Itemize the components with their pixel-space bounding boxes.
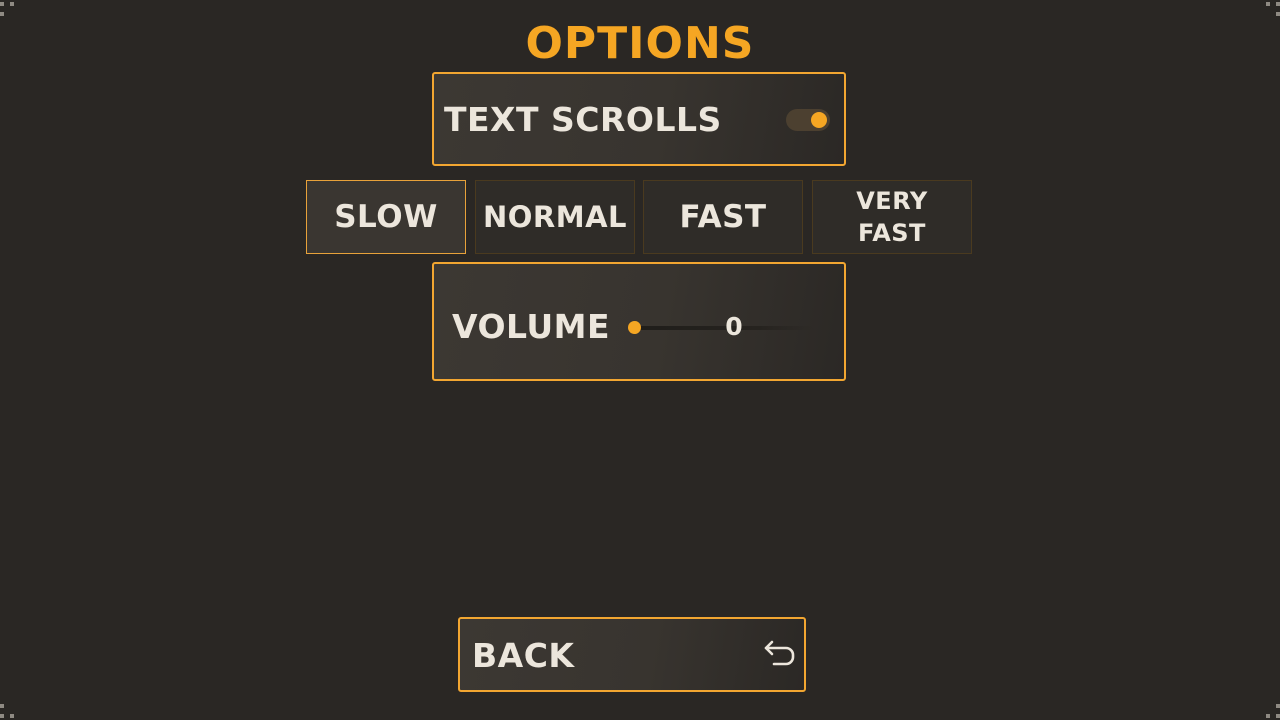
page-title: OPTIONS	[525, 18, 755, 69]
speed-option-label: FAST	[679, 199, 767, 235]
text-scrolls-toggle[interactable]	[786, 109, 830, 131]
volume-slider-handle[interactable]	[628, 321, 641, 334]
return-arrow-icon	[762, 638, 798, 670]
speed-option-label: NORMAL	[482, 200, 628, 234]
toggle-knob	[811, 112, 827, 128]
volume-value: 0	[725, 312, 743, 341]
speed-option-normal[interactable]: NORMAL	[475, 180, 635, 254]
speed-option-label: SLOW	[334, 199, 438, 235]
speed-option-slow[interactable]: SLOW	[306, 180, 466, 254]
corner-marker-bottom-left	[0, 704, 16, 720]
text-scrolls-label: TEXT SCROLLS	[444, 100, 722, 139]
speed-option-label: VERY FAST	[856, 185, 928, 249]
speed-option-fast[interactable]: FAST	[643, 180, 803, 254]
back-button[interactable]: BACK	[458, 617, 806, 692]
speed-option-label-line-1: VERY	[856, 187, 928, 215]
corner-marker-bottom-right	[1264, 704, 1280, 720]
back-label: BACK	[472, 636, 575, 675]
text-scrolls-row[interactable]: TEXT SCROLLS	[432, 72, 846, 166]
corner-marker-top-right	[1264, 0, 1280, 16]
speed-option-label-line-2: FAST	[858, 219, 926, 247]
corner-marker-top-left	[0, 0, 16, 16]
volume-label: VOLUME	[452, 307, 611, 346]
volume-row: VOLUME 0	[432, 262, 846, 381]
speed-option-very-fast[interactable]: VERY FAST	[812, 180, 972, 254]
